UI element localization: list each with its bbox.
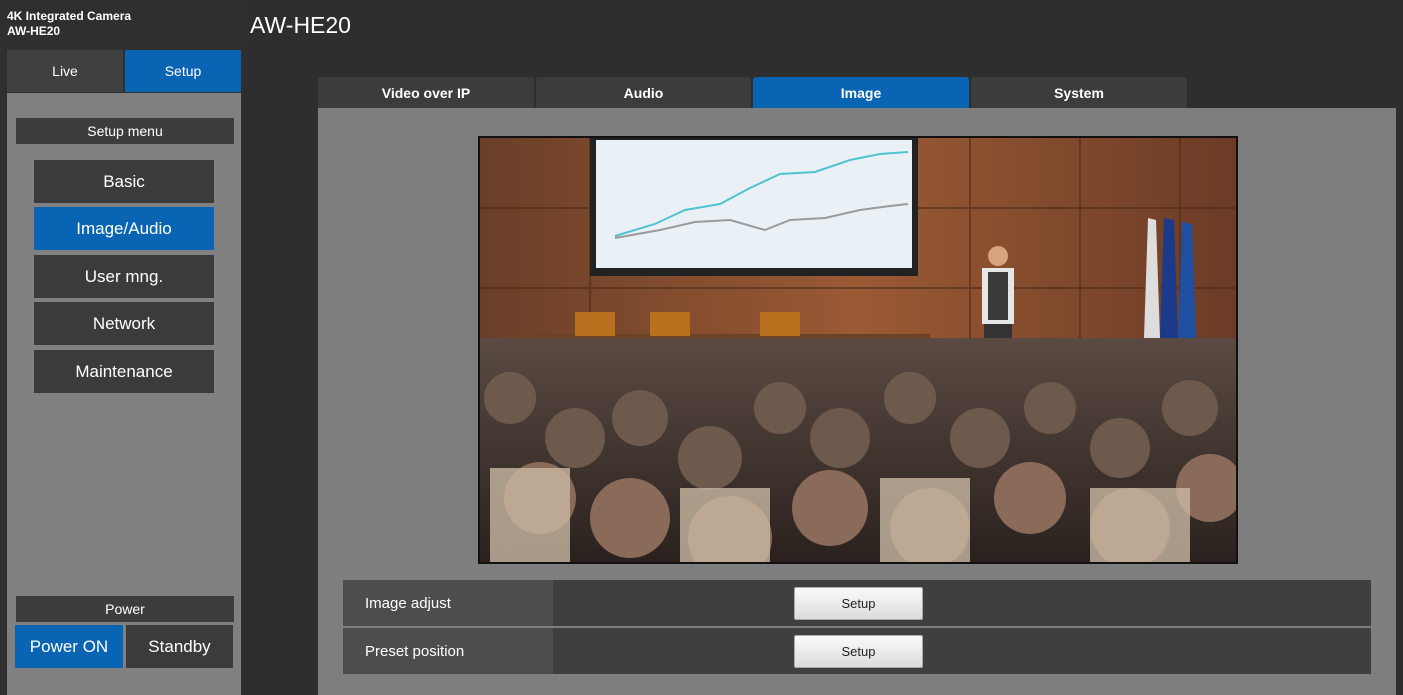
preset-position-setup-button[interactable]: Setup [794,635,923,668]
image-adjust-setup-button[interactable]: Setup [794,587,923,620]
power-on-button[interactable]: Power ON [15,625,123,668]
setup-menu-title: Setup menu [16,118,234,144]
preset-position-row: Preset position Setup [343,628,1371,674]
menu-maintenance[interactable]: Maintenance [34,350,214,393]
live-camera-image-icon [480,138,1236,562]
product-name: 4K Integrated Camera AW-HE20 [0,0,243,50]
live-tab[interactable]: Live [7,50,123,92]
tab-audio[interactable]: Audio [536,77,751,108]
menu-basic[interactable]: Basic [34,160,214,203]
power-title: Power [16,596,234,622]
image-adjust-label: Image adjust [343,580,553,626]
setup-tab[interactable]: Setup [125,50,241,92]
product-line-2: AW-HE20 [7,24,61,38]
tab-video-over-ip[interactable]: Video over IP [318,77,534,108]
camera-live-view [478,136,1238,564]
tab-system[interactable]: System [971,77,1187,108]
menu-user-mng[interactable]: User mng. [34,255,214,298]
page-title: AW-HE20 [250,12,351,38]
standby-button[interactable]: Standby [126,625,233,668]
tab-image[interactable]: Image [753,77,969,108]
preset-position-label: Preset position [343,628,553,674]
menu-network[interactable]: Network [34,302,214,345]
image-adjust-row: Image adjust Setup [343,580,1371,626]
menu-image-audio[interactable]: Image/Audio [34,207,214,250]
product-line-1: 4K Integrated Camera [7,9,132,23]
